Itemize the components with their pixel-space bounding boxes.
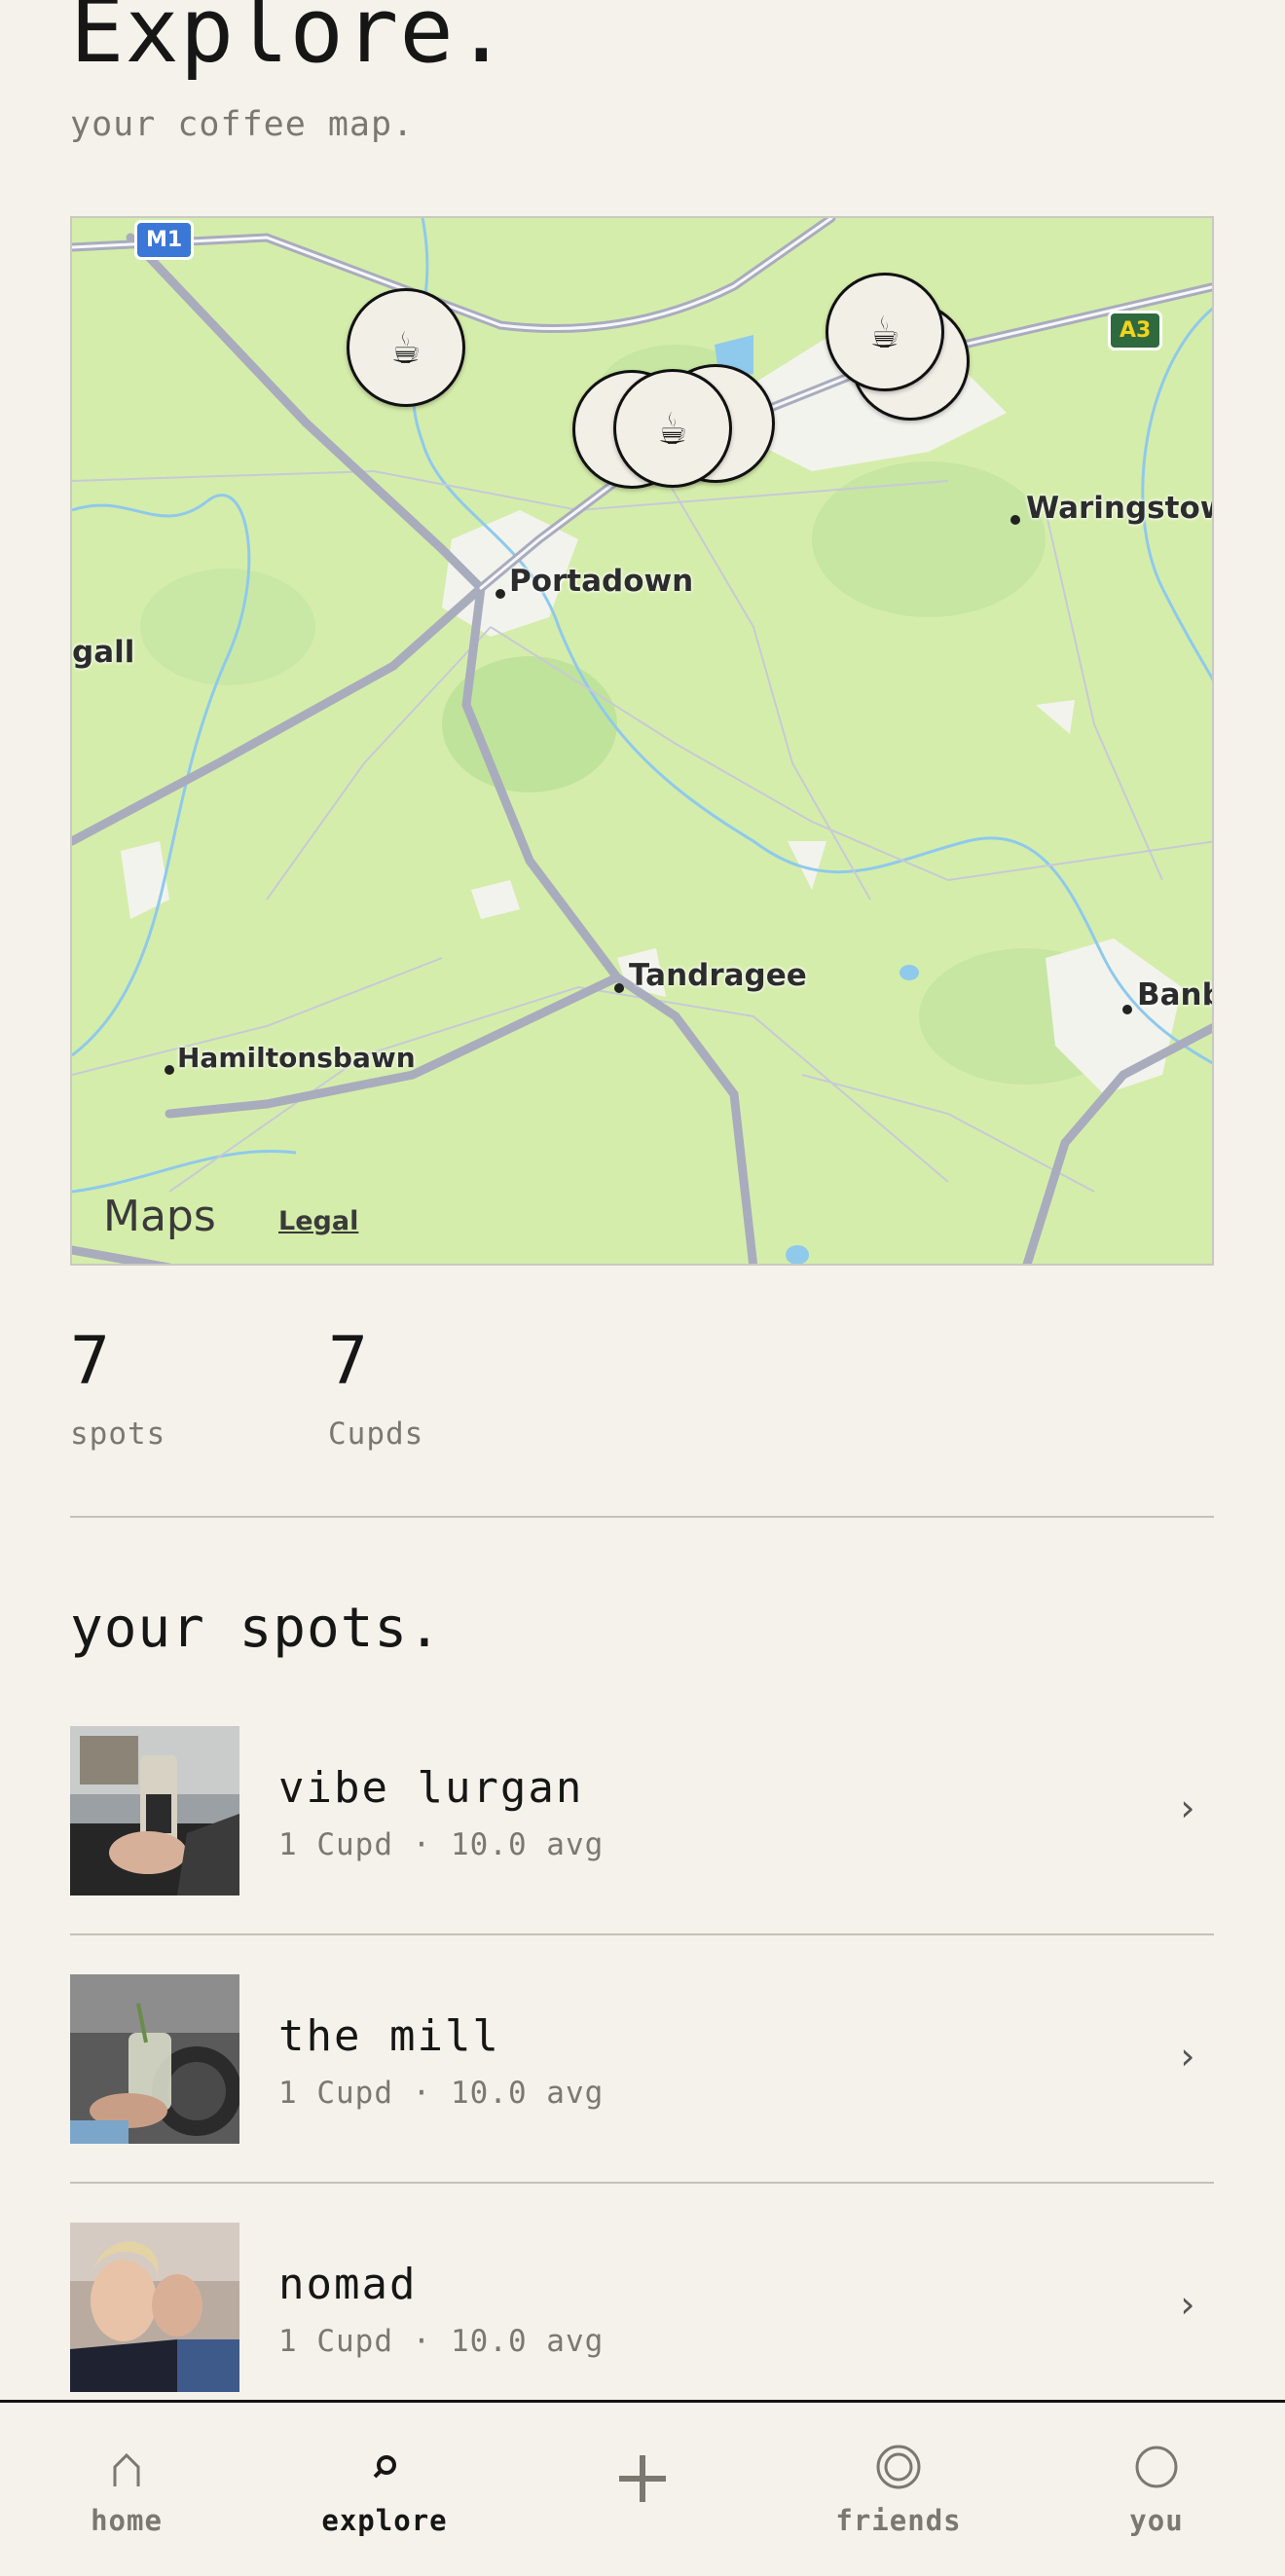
chevron-right-icon: ›: [1176, 2283, 1198, 2326]
place-label-gall: gall: [72, 635, 135, 670]
stat-label: Cupds: [328, 1417, 424, 1452]
spot-meta: 1 Cupd · 10.0 avg: [278, 2324, 605, 2359]
road-shield-m1: M1: [134, 220, 195, 260]
coffee-cup-icon: ☕: [870, 305, 900, 359]
nav-item-home[interactable]: home: [29, 2403, 224, 2537]
coffee-cup-icon: ☕: [391, 320, 421, 375]
spot-row-the-mill[interactable]: the mill 1 Cupd · 10.0 avg ›: [70, 1974, 1214, 2144]
nav-item-friends[interactable]: friends: [801, 2403, 996, 2537]
place-dot-banbridge: [1122, 1005, 1132, 1014]
search-icon: [287, 2438, 482, 2496]
divider: [70, 1933, 1214, 1935]
place-label-hamiltonsbawn: Hamiltonsbawn: [177, 1042, 416, 1074]
nav-item-add[interactable]: [545, 2403, 740, 2504]
bottom-nav: home explore friends you: [0, 2400, 1285, 2576]
nav-item-you[interactable]: you: [1059, 2403, 1254, 2537]
nav-label: explore: [321, 2504, 448, 2537]
chevron-right-icon: ›: [1176, 2035, 1198, 2078]
profile-icon: [1059, 2438, 1254, 2496]
spot-meta: 1 Cupd · 10.0 avg: [278, 1827, 605, 1862]
place-dot-hamiltonsbawn: [165, 1065, 174, 1075]
coffee-map[interactable]: M1 A3 Portadown Waringstow gall Tandrage…: [70, 216, 1214, 1266]
friends-icon: [801, 2438, 996, 2496]
spot-name: vibe lurgan: [278, 1763, 584, 1813]
divider: [70, 2182, 1214, 2184]
maps-attribution: Maps: [103, 1192, 216, 1241]
maps-legal-link[interactable]: Legal: [278, 1206, 358, 1236]
spot-meta: 1 Cupd · 10.0 avg: [278, 2076, 605, 2111]
spot-row-vibe-lurgan[interactable]: vibe lurgan 1 Cupd · 10.0 avg ›: [70, 1726, 1214, 1895]
chevron-right-icon: ›: [1176, 1786, 1198, 1829]
nav-label: you: [1129, 2504, 1184, 2537]
stat-spots: 7 spots: [70, 1323, 166, 1453]
place-label-waringstown: Waringstow: [1026, 491, 1214, 526]
coffee-spot-marker[interactable]: ☕: [613, 369, 732, 488]
divider: [70, 1516, 1214, 1518]
stat-value: 7: [328, 1323, 368, 1400]
spot-photo: [70, 1974, 239, 2144]
page-subtitle: your coffee map.: [70, 105, 415, 144]
spot-row-nomad[interactable]: nomad 1 Cupd · 10.0 avg ›: [70, 2223, 1214, 2392]
place-label-banbridge: Banb: [1137, 977, 1212, 1012]
spot-photo: [70, 2223, 239, 2392]
spot-photo: [70, 1726, 239, 1895]
stat-value: 7: [70, 1323, 110, 1400]
plus-icon: [545, 2438, 740, 2502]
place-label-portadown: Portadown: [509, 564, 694, 599]
stat-cupds: 7 Cupds: [328, 1323, 424, 1453]
place-dot-tandragee: [614, 983, 624, 993]
spot-name: the mill: [278, 2011, 500, 2061]
section-title: your spots.: [70, 1597, 442, 1660]
road-shield-a3: A3: [1108, 311, 1163, 350]
home-icon: [29, 2438, 224, 2496]
coffee-spot-marker[interactable]: ☕: [826, 273, 944, 391]
place-label-tandragee: Tandragee: [629, 958, 807, 993]
coffee-cup-icon: ☕: [658, 401, 687, 456]
place-dot-waringstown: [1010, 515, 1020, 525]
coffee-spot-marker[interactable]: ☕: [347, 288, 465, 407]
page-title: Explore.: [70, 0, 510, 83]
nav-label: home: [91, 2504, 163, 2537]
spot-name: nomad: [278, 2260, 418, 2309]
nav-label: friends: [835, 2504, 962, 2537]
nav-item-explore[interactable]: explore: [287, 2403, 482, 2537]
stat-label: spots: [70, 1417, 166, 1452]
place-dot-portadown: [496, 589, 505, 599]
